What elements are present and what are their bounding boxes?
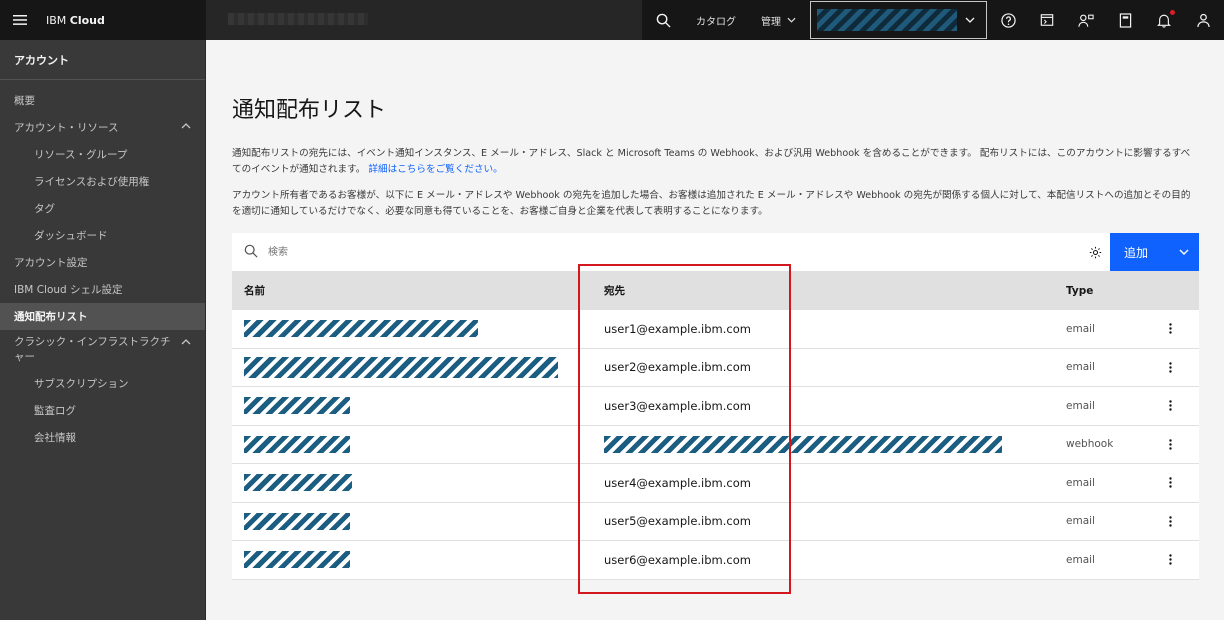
column-header-type[interactable]: Type	[1066, 285, 1093, 297]
name-redacted	[244, 435, 350, 453]
settings-icon[interactable]	[1080, 233, 1110, 271]
sidebar-item-company-info[interactable]: 会社情報	[0, 424, 205, 451]
destination-cell: user1@example.ibm.com	[604, 321, 751, 336]
sidebar-item-account-settings[interactable]: アカウント設定	[0, 249, 205, 276]
destination-cell: user4@example.ibm.com	[604, 475, 751, 490]
sidebar-item-label: クラシック・インフラストラクチャー	[14, 336, 171, 363]
name-redacted	[244, 512, 350, 530]
distribution-list-table: 名前 宛先 Type user1@example.ibm.com email u…	[232, 271, 1199, 580]
destination-cell: user3@example.ibm.com	[604, 398, 751, 413]
main-content: 通知配布リスト 通知配布リストの宛先には、イベント通知インスタンス、E メール・…	[206, 40, 1224, 620]
chevron-up-icon	[181, 123, 191, 129]
menu-icon[interactable]	[0, 0, 40, 40]
sidebar-title: アカウント	[0, 40, 205, 80]
cost-estimator-icon[interactable]	[1027, 0, 1067, 40]
table-row[interactable]: user6@example.ibm.com email	[232, 541, 1199, 580]
learn-more-link[interactable]: 詳細はこちらをご覧ください。	[368, 164, 502, 175]
overflow-menu-icon[interactable]	[1162, 473, 1178, 493]
account-switcher[interactable]	[810, 1, 987, 39]
notification-badge	[1170, 10, 1175, 15]
manage-menu[interactable]: 管理	[761, 0, 796, 40]
search-icon	[244, 244, 258, 258]
destination-cell: user6@example.ibm.com	[604, 552, 751, 567]
manage-label: 管理	[761, 16, 781, 28]
table-header: 名前 宛先 Type	[232, 271, 1199, 310]
webhook-url-redacted	[604, 435, 1002, 453]
type-cell: email	[1066, 476, 1095, 489]
sidebar-item-cloud-shell-settings[interactable]: IBM Cloud シェル設定	[0, 276, 205, 303]
description-text: 通知配布リストの宛先には、イベント通知インスタンス、E メール・アドレス、Sla…	[232, 146, 1197, 178]
type-cell: email	[1066, 361, 1095, 374]
overflow-menu-icon[interactable]	[1162, 511, 1178, 531]
search-input[interactable]	[268, 242, 568, 262]
chevron-down-icon	[965, 17, 975, 23]
chevron-down-icon	[787, 17, 796, 23]
name-redacted	[244, 397, 350, 415]
sidebar-item-audit-log[interactable]: 監査ログ	[0, 397, 205, 424]
table-row[interactable]: user1@example.ibm.com email	[232, 310, 1199, 349]
account-sidebar: アカウント 概要 アカウント・リソース リソース・グループ ライセンスおよび使用…	[0, 40, 206, 620]
calculator-icon[interactable]	[1105, 0, 1145, 40]
help-icon[interactable]	[988, 0, 1028, 40]
column-header-name[interactable]: 名前	[244, 283, 265, 298]
sidebar-item-dashboards[interactable]: ダッシュボード	[0, 222, 205, 249]
global-search-bar[interactable]	[206, 0, 642, 40]
notification-icon[interactable]	[1144, 0, 1184, 40]
page-title: 通知配布リスト	[232, 98, 387, 123]
name-redacted	[244, 474, 352, 492]
sidebar-item-overview[interactable]: 概要	[0, 87, 205, 114]
type-cell: email	[1066, 515, 1095, 528]
overflow-menu-icon[interactable]	[1162, 434, 1178, 454]
table-toolbar: 追加	[232, 233, 1199, 271]
chevron-up-icon	[181, 339, 191, 345]
sidebar-item-account-resources[interactable]: アカウント・リソース	[0, 114, 205, 141]
add-button[interactable]: 追加	[1110, 233, 1199, 271]
sidebar-item-notification-distribution-list[interactable]: 通知配布リスト	[0, 303, 205, 330]
overflow-menu-icon[interactable]	[1162, 550, 1178, 570]
sidebar-item-tags[interactable]: タグ	[0, 195, 205, 222]
name-redacted	[244, 356, 558, 378]
table-row[interactable]: user4@example.ibm.com email	[232, 464, 1199, 503]
overflow-menu-icon[interactable]	[1162, 357, 1178, 377]
sidebar-item-label: アカウント・リソース	[14, 122, 119, 134]
sidebar-item-subscriptions[interactable]: サブスクリプション	[0, 370, 205, 397]
type-cell: email	[1066, 553, 1095, 566]
table-row[interactable]: user5@example.ibm.com email	[232, 502, 1199, 541]
switch-user-icon[interactable]	[1066, 0, 1106, 40]
table-row[interactable]: webhook	[232, 425, 1199, 464]
catalog-link[interactable]: カタログ	[696, 0, 736, 40]
chevron-down-icon[interactable]	[1170, 233, 1198, 271]
type-cell: email	[1066, 399, 1095, 412]
sidebar-item-licenses[interactable]: ライセンスおよび使用権	[0, 168, 205, 195]
destination-cell: user2@example.ibm.com	[604, 360, 751, 375]
table-row[interactable]: user3@example.ibm.com email	[232, 387, 1199, 426]
overflow-menu-icon[interactable]	[1162, 396, 1178, 416]
user-icon[interactable]	[1183, 0, 1223, 40]
type-cell: webhook	[1066, 438, 1114, 451]
search-icon[interactable]	[642, 0, 684, 40]
add-button-label: 追加	[1124, 245, 1149, 260]
name-redacted	[244, 551, 350, 569]
consent-notice: アカウント所有者であるお客様が、以下に E メール・アドレスや Webhook …	[232, 190, 1191, 217]
sidebar-item-classic-infrastructure[interactable]: クラシック・インフラストラクチャー	[0, 330, 205, 370]
table-row[interactable]: user2@example.ibm.com email	[232, 348, 1199, 387]
overflow-menu-icon[interactable]	[1162, 319, 1178, 339]
column-header-destination[interactable]: 宛先	[604, 283, 625, 298]
name-redacted	[244, 320, 478, 338]
brand-logo[interactable]: IBM Cloud	[46, 14, 206, 27]
account-name-redacted	[817, 9, 957, 31]
destination-cell: user5@example.ibm.com	[604, 514, 751, 529]
sidebar-item-resource-groups[interactable]: リソース・グループ	[0, 141, 205, 168]
type-cell: email	[1066, 322, 1095, 335]
